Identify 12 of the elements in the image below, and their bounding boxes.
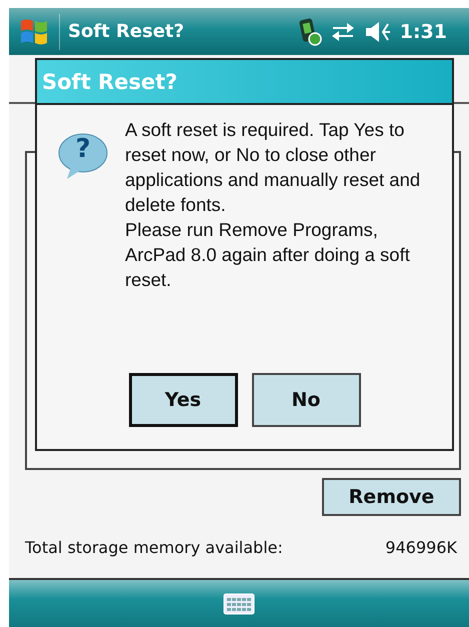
window-title: Soft Reset? — [68, 21, 186, 42]
dialog-button[interactable]: Yes — [128, 373, 238, 427]
dialog-title: Soft Reset? — [37, 60, 452, 105]
dialog-message: A soft reset is required. Tap Yes to reset now, or No to close other applications and manually reset and delete fonts. Please run Remove Programs, ArcPad 8.0 again after doing a soft reset. — [125, 118, 422, 292]
storage-label: Total storage memory available: — [25, 538, 283, 557]
remove-button[interactable]: Remove — [322, 478, 461, 516]
storage-value: 946996K — [385, 538, 457, 557]
dialog-button[interactable]: No — [252, 373, 360, 427]
clock-time[interactable]: 1:31 — [400, 20, 447, 42]
keyboard-icon[interactable] — [223, 592, 255, 614]
sync-phone-icon[interactable] — [298, 16, 322, 46]
speaker-icon[interactable] — [364, 20, 392, 44]
